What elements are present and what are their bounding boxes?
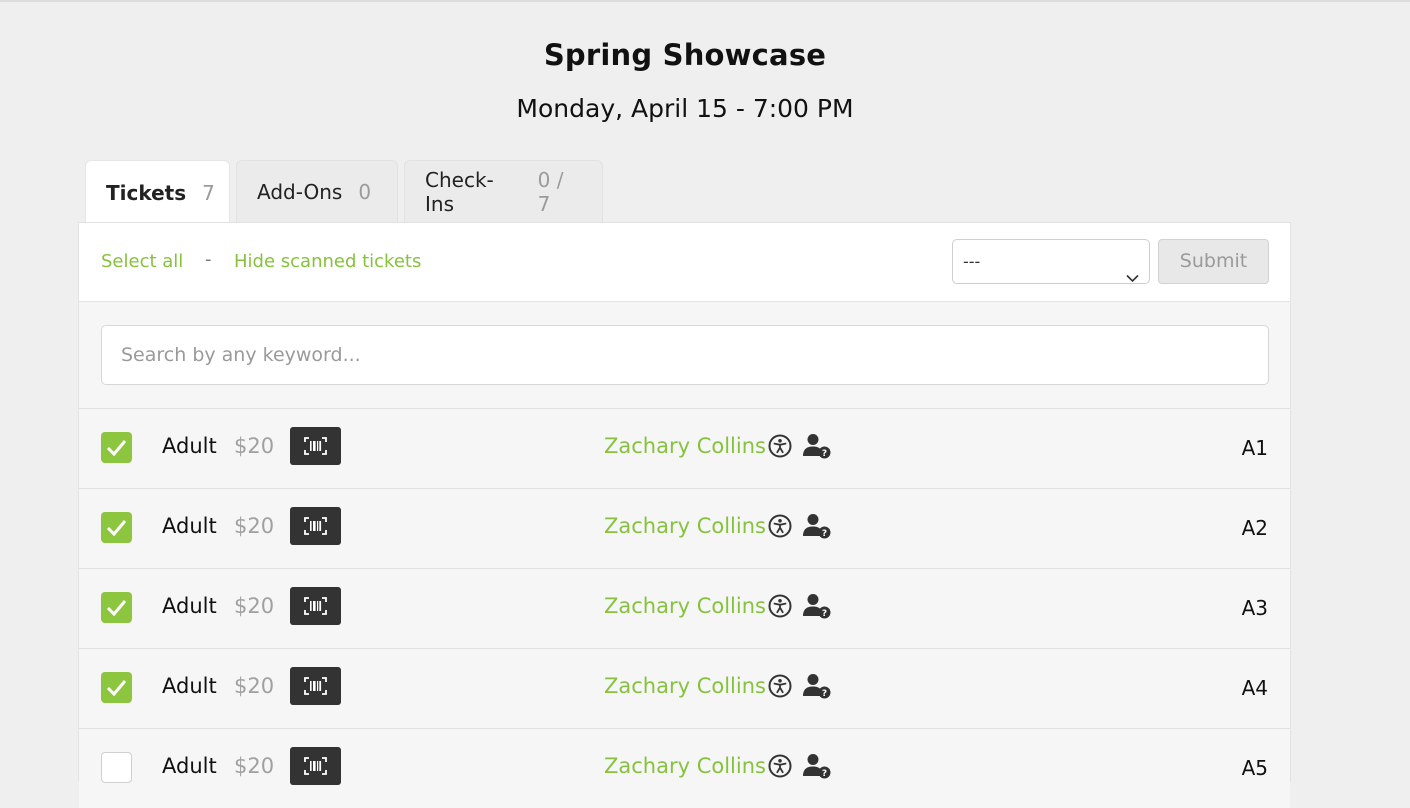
ticket-type: Adult	[162, 594, 217, 618]
checkmark-icon	[106, 440, 127, 457]
ticket-checkbox[interactable]	[101, 512, 132, 543]
ticket-holder-name[interactable]: Zachary Collins	[604, 754, 766, 778]
user-question-icon: ?	[803, 433, 833, 463]
tab-add-ons[interactable]: Add-Ons 0	[236, 160, 398, 222]
ticket-type: Adult	[162, 674, 217, 698]
user-question-icon: ?	[803, 673, 833, 703]
ticket-price: $20	[234, 594, 275, 618]
ticket-holder-name[interactable]: Zachary Collins	[604, 514, 766, 538]
tickets-panel: Select all - Hide scanned tickets --- Su…	[78, 222, 1291, 808]
submit-button[interactable]: Submit	[1158, 239, 1269, 284]
ticket-checkbox[interactable]	[101, 432, 132, 463]
scan-button[interactable]	[290, 587, 341, 625]
seat-label: A1	[1241, 436, 1268, 460]
user-question-icon: ?	[803, 513, 833, 543]
accessibility-icon	[768, 514, 792, 542]
barcode-scan-icon	[304, 677, 327, 695]
barcode-scan-icon	[304, 517, 327, 535]
seat-label: A2	[1241, 516, 1268, 540]
barcode-scan-icon	[304, 437, 327, 455]
checkmark-icon	[106, 680, 127, 697]
tab-tickets[interactable]: Tickets 7	[85, 160, 230, 224]
ticket-row: Adult $20 Zachary Collins	[79, 728, 1290, 808]
search-input[interactable]: Search by any keyword...	[101, 325, 1269, 385]
seat-label: A5	[1241, 756, 1268, 780]
ticket-holder-name[interactable]: Zachary Collins	[604, 594, 766, 618]
barcode-scan-icon	[304, 757, 327, 775]
ticket-checkbox[interactable]	[101, 752, 132, 783]
user-question-icon: ?	[803, 593, 833, 623]
accessibility-icon	[768, 674, 792, 702]
tab-label: Tickets	[106, 180, 187, 205]
ticket-price: $20	[234, 434, 275, 458]
tab-count: 7	[202, 180, 215, 205]
hide-scanned-link[interactable]: Hide scanned tickets	[234, 251, 421, 272]
accessibility-icon	[768, 434, 792, 462]
ticket-type: Adult	[162, 514, 217, 538]
ticket-type: Adult	[162, 754, 217, 778]
ticket-holder-name[interactable]: Zachary Collins	[604, 434, 766, 458]
ticket-list: Adult $20 Zachary Collins ? A1 Adult $20…	[79, 408, 1290, 808]
select-all-link[interactable]: Select all	[101, 251, 183, 272]
ticket-row: Adult $20 Zachary Collins	[79, 648, 1290, 728]
tab-count: 0	[358, 179, 372, 204]
action-select[interactable]: ---	[952, 239, 1150, 284]
checkmark-icon	[106, 520, 127, 537]
event-date: Monday, April 15 - 7:00 PM	[516, 94, 854, 123]
event-title: Spring Showcase	[543, 38, 827, 72]
user-question-icon: ?	[803, 753, 833, 783]
ticket-row: Adult $20 Zachary Collins	[79, 408, 1290, 488]
ticket-price: $20	[234, 514, 275, 538]
scan-button[interactable]	[290, 427, 341, 465]
checkmark-icon	[106, 600, 127, 617]
ticket-type: Adult	[162, 434, 217, 458]
ticket-checkbox[interactable]	[101, 592, 132, 623]
select-value: ---	[963, 252, 981, 271]
seat-label: A4	[1241, 676, 1268, 700]
barcode-scan-icon	[304, 597, 327, 615]
svg-text:?: ?	[822, 529, 827, 539]
accessibility-icon	[768, 594, 792, 622]
ticket-price: $20	[234, 674, 275, 698]
tab-label: Add-Ons	[257, 179, 343, 204]
scan-button[interactable]	[290, 507, 341, 545]
tab-check-ins[interactable]: Check-Ins 0 / 7	[404, 160, 603, 222]
svg-text:?: ?	[822, 689, 827, 699]
tab-count: 0 / 7	[537, 167, 564, 216]
seat-label: A3	[1241, 596, 1268, 620]
ticket-price: $20	[234, 754, 275, 778]
link-separator: -	[205, 249, 212, 270]
ticket-row: Adult $20 Zachary Collins	[79, 488, 1290, 568]
scan-button[interactable]	[290, 747, 341, 785]
chevron-down-icon	[1126, 256, 1139, 299]
ticket-holder-name[interactable]: Zachary Collins	[604, 674, 766, 698]
svg-text:?: ?	[822, 449, 827, 459]
tab-label: Check-Ins	[425, 167, 494, 216]
toolbar: Select all - Hide scanned tickets --- Su…	[79, 223, 1290, 302]
svg-text:?: ?	[822, 609, 827, 619]
ticket-checkbox[interactable]	[101, 672, 132, 703]
ticket-row: Adult $20 Zachary Collins	[79, 568, 1290, 648]
scan-button[interactable]	[290, 667, 341, 705]
